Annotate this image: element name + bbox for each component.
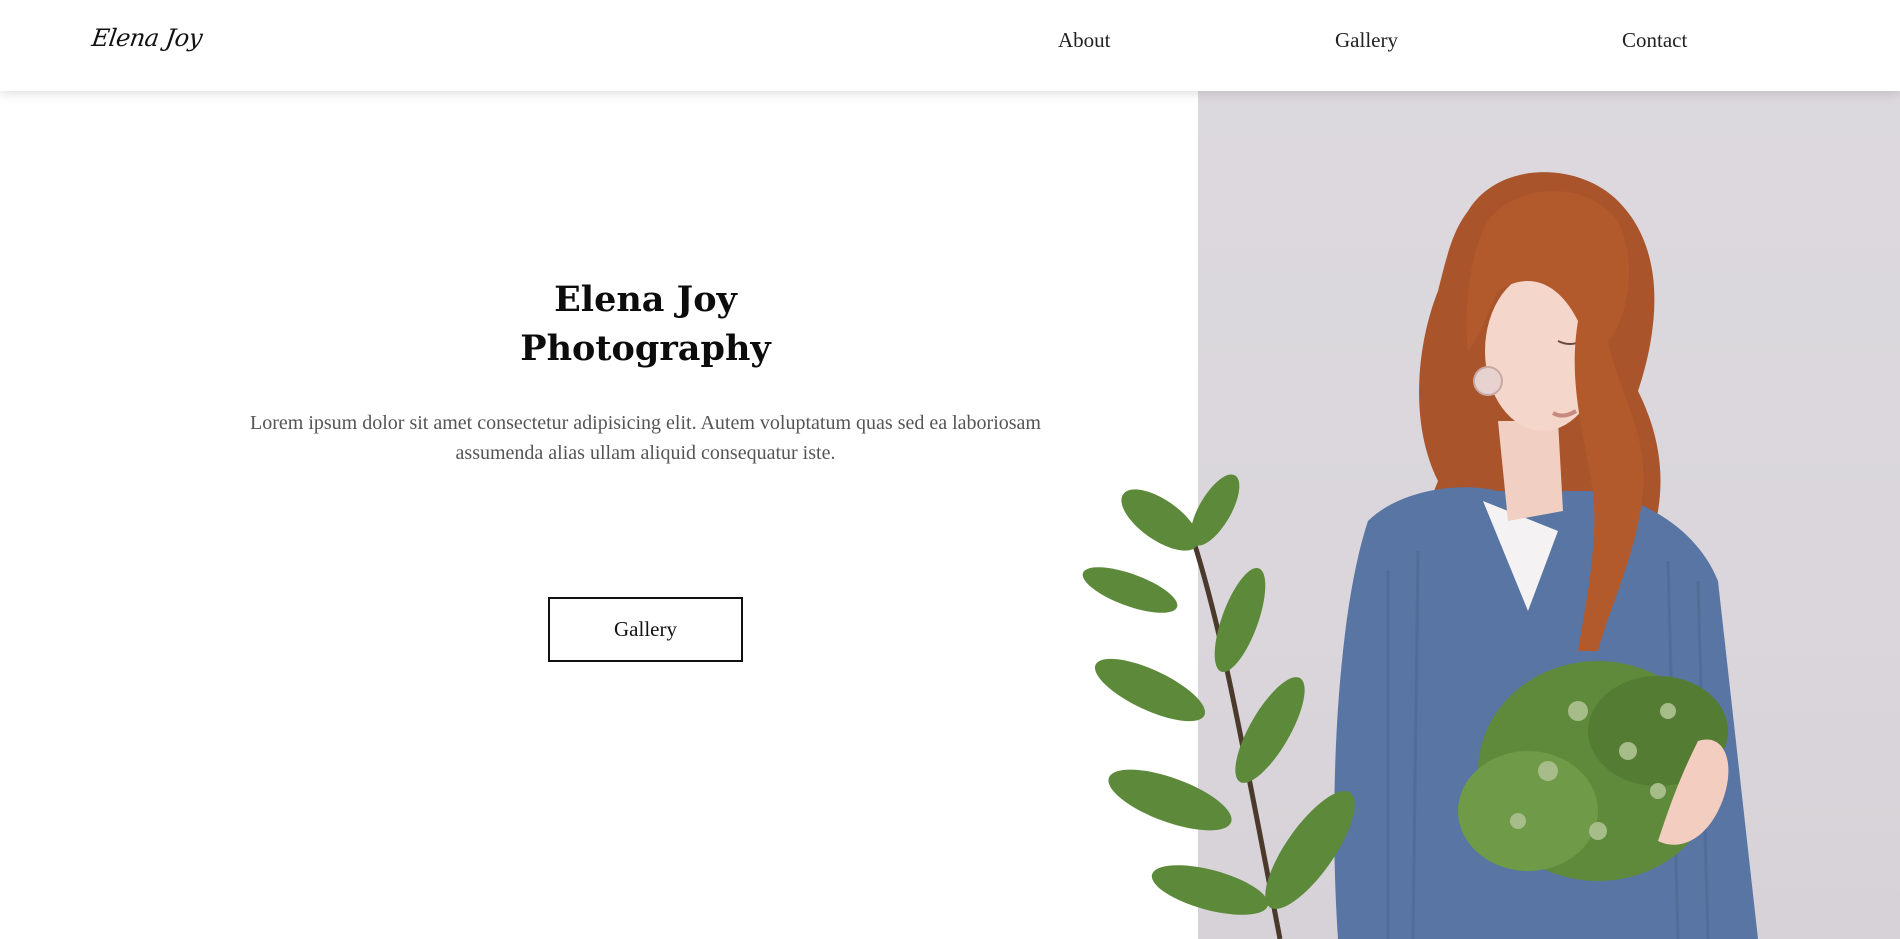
gallery-button[interactable]: Gallery (548, 597, 743, 662)
leaves-icon (1082, 474, 1355, 939)
hero-title: Elena Joy Photography (0, 275, 1291, 373)
hero-title-line1: Elena Joy (554, 279, 737, 320)
hero-title-line2: Photography (520, 328, 771, 369)
hero-section (0, 91, 1198, 939)
hero-description: Lorem ipsum dolor sit amet consectetur a… (250, 412, 1041, 464)
top-navbar: Elena Joy About Gallery Contact (0, 0, 1900, 91)
nav-link-gallery[interactable]: Gallery (1335, 28, 1398, 53)
logo[interactable]: Elena Joy (90, 24, 204, 52)
nav-link-contact[interactable]: Contact (1622, 28, 1687, 53)
nav-link-about[interactable]: About (1058, 28, 1111, 53)
